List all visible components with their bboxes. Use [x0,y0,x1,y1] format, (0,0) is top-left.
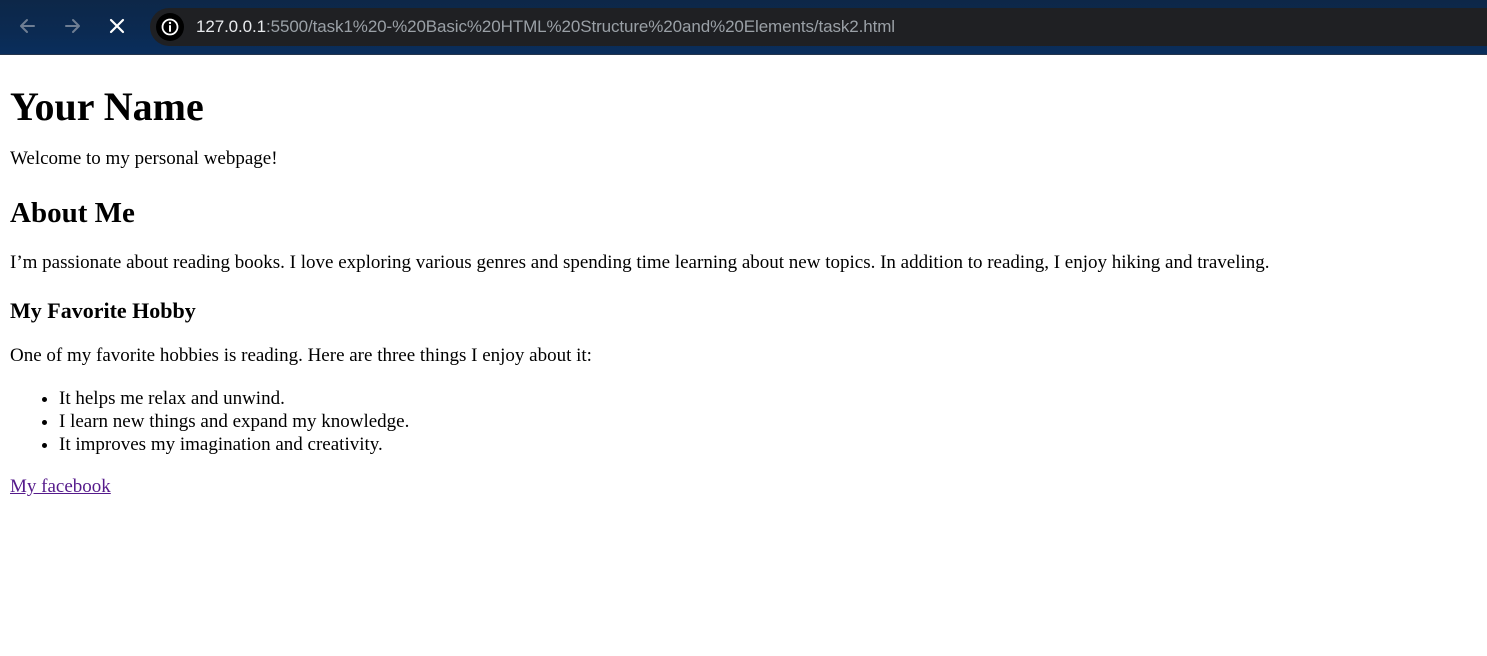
about-text: I’m passionate about reading books. I lo… [10,252,1270,273]
address-bar[interactable]: 127.0.0.1:5500/task1%20-%20Basic%20HTML%… [150,8,1487,46]
arrow-right-icon [65,19,80,33]
browser-toolbar: 127.0.0.1:5500/task1%20-%20Basic%20HTML%… [0,0,1487,55]
hobby-list: It helps me relax and unwind. I learn ne… [10,387,1470,456]
url-host: 127.0.0.1 [196,17,266,36]
about-heading: About Me [10,197,135,229]
close-icon [109,18,125,34]
stop-loading-button[interactable] [102,11,132,41]
hobby-intro: One of my favorite hobbies is reading. H… [10,345,592,366]
list-item: It improves my imagination and creativit… [59,433,1470,456]
welcome-text: Welcome to my personal webpage! [10,148,278,169]
list-item: I learn new things and expand my knowled… [59,410,1470,433]
url-path: :5500/task1%20-%20Basic%20HTML%20Structu… [266,17,895,36]
page-title: Your Name [10,84,204,129]
forward-button[interactable] [57,11,87,41]
arrow-left-icon [20,19,35,33]
back-button[interactable] [13,11,43,41]
info-icon [161,18,179,36]
site-info-button[interactable] [156,13,184,41]
list-item: It helps me relax and unwind. [59,387,1470,410]
facebook-link[interactable]: My facebook [10,476,111,498]
hobby-heading: My Favorite Hobby [10,298,196,323]
page-content: Your Name Welcome to my personal webpage… [10,56,1470,498]
url-text[interactable]: 127.0.0.1:5500/task1%20-%20Basic%20HTML%… [196,17,895,37]
